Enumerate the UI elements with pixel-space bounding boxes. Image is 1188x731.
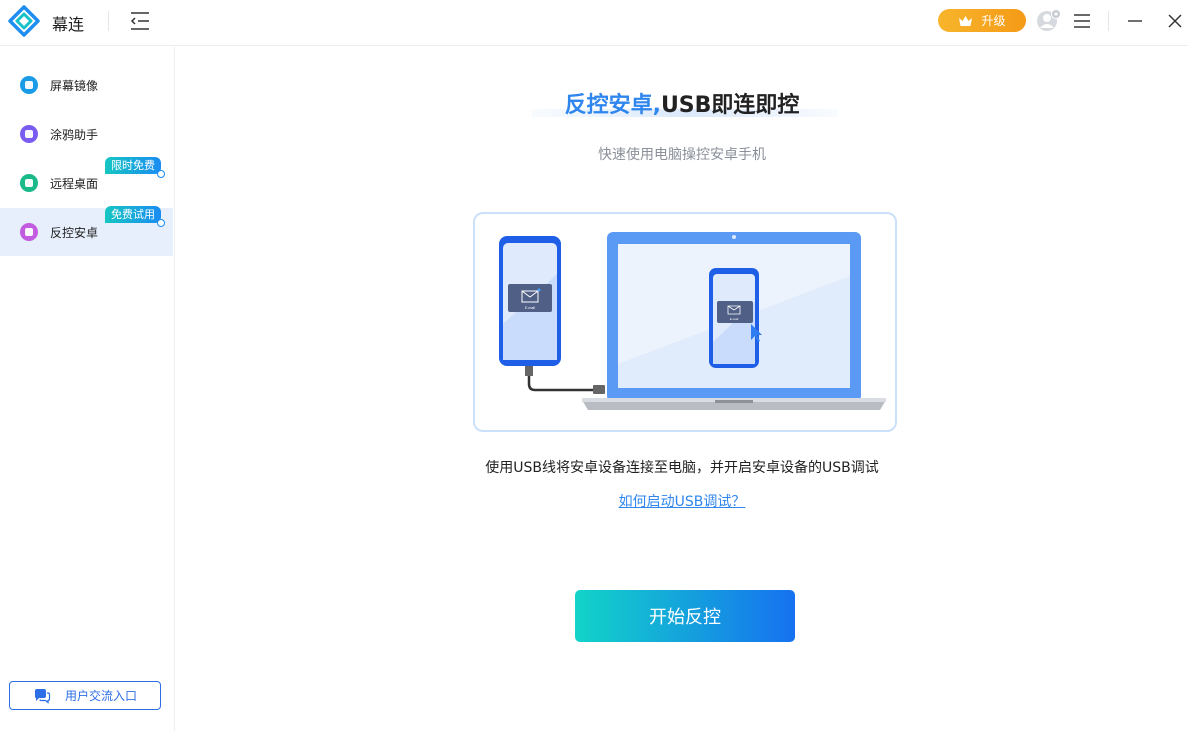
reverse-control-icon bbox=[20, 223, 38, 241]
page-title: 反控安卓,USB即连即控 bbox=[176, 87, 1188, 119]
badge-dot bbox=[157, 170, 165, 178]
crown-icon bbox=[959, 15, 973, 26]
close-icon[interactable] bbox=[1166, 12, 1184, 30]
main-panel: 反控安卓,USB即连即控 快速使用电脑操控安卓手机 E-mail E-mail … bbox=[176, 47, 1188, 731]
graffiti-icon bbox=[20, 125, 38, 143]
title-divider-right bbox=[1108, 11, 1109, 31]
sidebar-item-label: 远程桌面 bbox=[50, 176, 99, 191]
community-label: 用户交流入口 bbox=[64, 689, 137, 703]
usb-connection-illustration: E-mail E-mail bbox=[499, 232, 886, 410]
upgrade-button[interactable]: 升级 bbox=[938, 9, 1026, 32]
trial-badge: 免费试用 bbox=[105, 206, 165, 227]
title-divider bbox=[108, 11, 109, 31]
title-bar: 幕连 升级 bbox=[0, 0, 1188, 46]
remote-desktop-icon bbox=[20, 174, 38, 192]
sidebar-item-label: 屏幕镜像 bbox=[50, 78, 99, 93]
app-name: 幕连 bbox=[52, 15, 85, 34]
sidebar-item-label: 涂鸦助手 bbox=[50, 127, 99, 142]
title-rest: USB即连即控 bbox=[660, 93, 800, 118]
help-link-container: 如何启动USB调试？ bbox=[176, 491, 1188, 511]
sidebar: 屏幕镜像 涂鸦助手 远程桌面 限时免费 反控安卓 免费试用 用户交流入口 bbox=[0, 47, 175, 731]
promo-badge-text: 限时免费 bbox=[111, 159, 155, 172]
sidebar-item-remote-desktop[interactable]: 远程桌面 限时免费 bbox=[0, 157, 173, 207]
upgrade-label: 升级 bbox=[981, 14, 1006, 28]
community-entry-button[interactable]: 用户交流入口 bbox=[9, 681, 161, 710]
app-logo-icon bbox=[8, 5, 40, 37]
sidebar-item-graffiti[interactable]: 涂鸦助手 bbox=[0, 110, 173, 158]
sidebar-collapse-icon[interactable] bbox=[128, 10, 152, 32]
minimize-icon[interactable] bbox=[1126, 12, 1144, 30]
usb-debug-help-link[interactable]: 如何启动USB调试？ bbox=[619, 494, 746, 510]
chat-icon bbox=[34, 688, 51, 704]
promo-badge: 限时免费 bbox=[105, 157, 165, 178]
email-card-label: E-mail bbox=[525, 306, 535, 310]
badge-dot bbox=[157, 219, 165, 227]
email-card-label-2: E-mail bbox=[730, 317, 739, 321]
sidebar-item-reverse-control[interactable]: 反控安卓 免费试用 bbox=[0, 206, 173, 256]
sidebar-item-label: 反控安卓 bbox=[50, 225, 99, 240]
connection-illustration: E-mail E-mail bbox=[473, 212, 897, 432]
menu-icon[interactable] bbox=[1072, 12, 1092, 30]
trial-badge-text: 免费试用 bbox=[111, 208, 155, 221]
title-highlight: 反控安卓, bbox=[564, 93, 661, 118]
sidebar-item-screen-mirror[interactable]: 屏幕镜像 bbox=[0, 61, 173, 109]
page-subtitle: 快速使用电脑操控安卓手机 bbox=[598, 147, 766, 163]
avatar-icon[interactable] bbox=[1036, 9, 1062, 33]
usb-instruction-text: 使用USB线将安卓设备连接至电脑，并开启安卓设备的USB调试 bbox=[485, 460, 879, 476]
start-reverse-control-button[interactable]: 开始反控 bbox=[575, 590, 795, 642]
screen-mirror-icon bbox=[20, 76, 38, 94]
